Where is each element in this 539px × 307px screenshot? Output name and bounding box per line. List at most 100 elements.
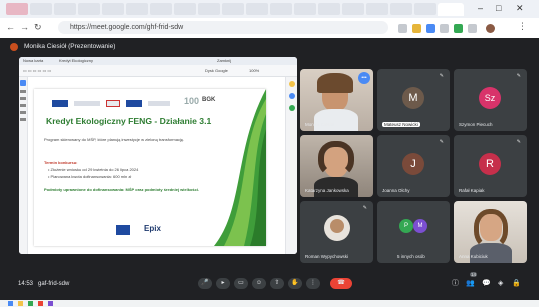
browser-tab[interactable] [318,3,340,15]
people-icon[interactable]: 👥 [466,280,475,288]
browser-tab[interactable] [294,3,316,15]
browser-tab[interactable] [54,3,76,15]
participant-avatar: M [402,87,424,109]
speaking-indicator-icon: ••• [358,72,370,84]
more-icon[interactable]: ⋮ [306,278,320,289]
participant-avatar: M [413,219,427,233]
browser-tab[interactable] [102,3,124,15]
slide-section-title: Termin konkursu: [44,160,78,165]
participant-name: Monika Ciesiół [305,122,335,127]
activities-icon[interactable]: ◈ [498,280,503,288]
presenter-label: Monika Ciesiół (Prezentowanie) [24,43,116,50]
participant-tile[interactable]: M ✎ Mateusz Nowicki [377,69,450,131]
browser-tab[interactable] [174,3,196,15]
participant-tile[interactable]: P M 5 innych osób [377,201,450,263]
slide-bullet-text: Złożenie wniosku od 29 kwietnia do 26 li… [50,167,139,172]
participant-avatar: P [399,219,413,233]
bgk-logo: BGK [202,97,216,103]
shared-tab-label: Kredyt Ekologiczny [59,58,94,63]
mic-off-icon: ✎ [362,205,367,211]
participant-name: Joanna Olchy [382,188,410,193]
browser-tab[interactable] [270,3,292,15]
menu-icon[interactable]: ⋮ [518,22,527,31]
participant-tile[interactable]: ✎ Roman Wypychowski [300,201,373,263]
browser-tab[interactable] [222,3,244,15]
address-bar-row: ← → ↻ https://meet.google.com/ghf-frid-s… [0,18,539,38]
browser-tab[interactable] [246,3,268,15]
extension-icon[interactable] [454,24,463,33]
slide-title: Kredyt Ekologiczny FENG - Działanie 3.1 [46,116,212,126]
mic-off-icon: ✎ [439,139,444,145]
participant-tile[interactable]: R ✎ Rafał Kapiak [454,135,527,197]
browser-tab[interactable] [150,3,172,15]
participant-count-badge: 14 [470,272,478,277]
meeting-code: gaf-frid-sdw [38,281,70,287]
camera-icon[interactable]: ▸ [216,278,230,289]
slide-bullet: • Planowana kwota dofinansowania: 600 ml… [48,174,132,179]
active-tab[interactable] [438,3,464,16]
slide-intro: Program skierowany do MŚP, które planują… [44,137,185,142]
eu-logos-strip [52,99,170,108]
slide-bullet: • Złożenie wniosku od 29 kwietnia do 26 … [48,167,139,172]
participant-tile[interactable]: J ✎ Joanna Olchy [377,135,450,197]
shared-right-panel [285,77,297,254]
info-icon[interactable]: ⓘ [452,280,459,288]
profile-avatar[interactable] [486,24,495,33]
browser-tab[interactable] [30,3,52,15]
close-window-button[interactable]: ✕ [516,3,524,13]
shared-zoom: 100% [249,68,260,73]
end-call-icon[interactable]: ☎ [330,278,352,289]
minimize-button[interactable]: – [478,3,483,13]
participant-avatar: R [479,153,501,175]
browser-tab[interactable] [366,3,388,15]
participant-tile[interactable]: Anna Kubiciuk [454,201,527,263]
shared-screen: Nowa karta Kredyt Ekologiczny Zamknij ▭ … [19,57,297,254]
shared-drive-label: Dysk Google [205,68,228,73]
participant-name: Rafał Kapiak [459,188,485,193]
raise-hand-icon[interactable]: ✋ [288,278,302,289]
participant-name: Szymon Piecuch [459,122,493,127]
extension-icon[interactable] [468,24,477,33]
participant-tile[interactable]: Sz ✎ Szymon Piecuch [454,69,527,131]
extension-icon[interactable] [440,24,449,33]
participant-avatar: Sz [479,87,501,109]
browser-tab[interactable] [390,3,412,15]
participant-avatar: J [402,153,424,175]
epix-logo: Epix [144,224,161,233]
shared-close-label: Zamknij [217,58,232,63]
present-icon[interactable]: ⇧ [270,278,284,289]
participant-name: Roman Wypychowski [305,254,348,259]
mic-off-icon: ✎ [516,139,521,145]
browser-tab[interactable] [6,3,28,15]
browser-tab[interactable] [78,3,100,15]
chat-icon[interactable]: 💬 [482,280,491,288]
participant-name: Katarzyna Jankowska [305,188,349,193]
mic-off-icon: ✎ [439,73,444,79]
extension-icon[interactable] [398,24,407,33]
participant-tile[interactable]: ••• Monika Ciesiół [300,69,373,131]
forward-icon[interactable]: → [20,23,29,32]
participant-tile[interactable]: Katarzyna Jankowska [300,135,373,197]
browser-tab-strip: – □ ✕ [0,0,539,18]
leaf-decoration [214,89,266,246]
host-controls-icon[interactable]: 🔒 [512,280,521,288]
eu-flag-icon [116,225,130,235]
shared-browser-tabs: Nowa karta Kredyt Ekologiczny Zamknij [19,57,297,65]
browser-tab[interactable] [342,3,364,15]
mic-icon[interactable]: 🎤 [198,278,212,289]
extension-icon[interactable] [412,24,421,33]
emoji-icon[interactable]: ☺ [252,278,266,289]
browser-tab[interactable] [414,3,436,15]
browser-tab[interactable] [198,3,220,15]
shared-left-toolbar [19,77,28,254]
browser-tab[interactable] [126,3,148,15]
captions-icon[interactable]: ▭ [234,278,248,289]
reload-icon[interactable]: ↻ [34,23,42,32]
url-input[interactable]: https://meet.google.com/ghf-frid-sdw [58,21,388,34]
maximize-button[interactable]: □ [496,3,501,13]
slide-bullet-text: Planowana kwota dofinansowania: 600 mln … [50,174,132,179]
back-icon[interactable]: ← [6,23,15,32]
shared-toolbar: ▭ ▭ ▭ ▭ ▭ ▭ Dysk Google 100% [19,65,297,77]
extension-icon[interactable] [426,24,435,33]
mic-off-icon: ✎ [516,73,521,79]
